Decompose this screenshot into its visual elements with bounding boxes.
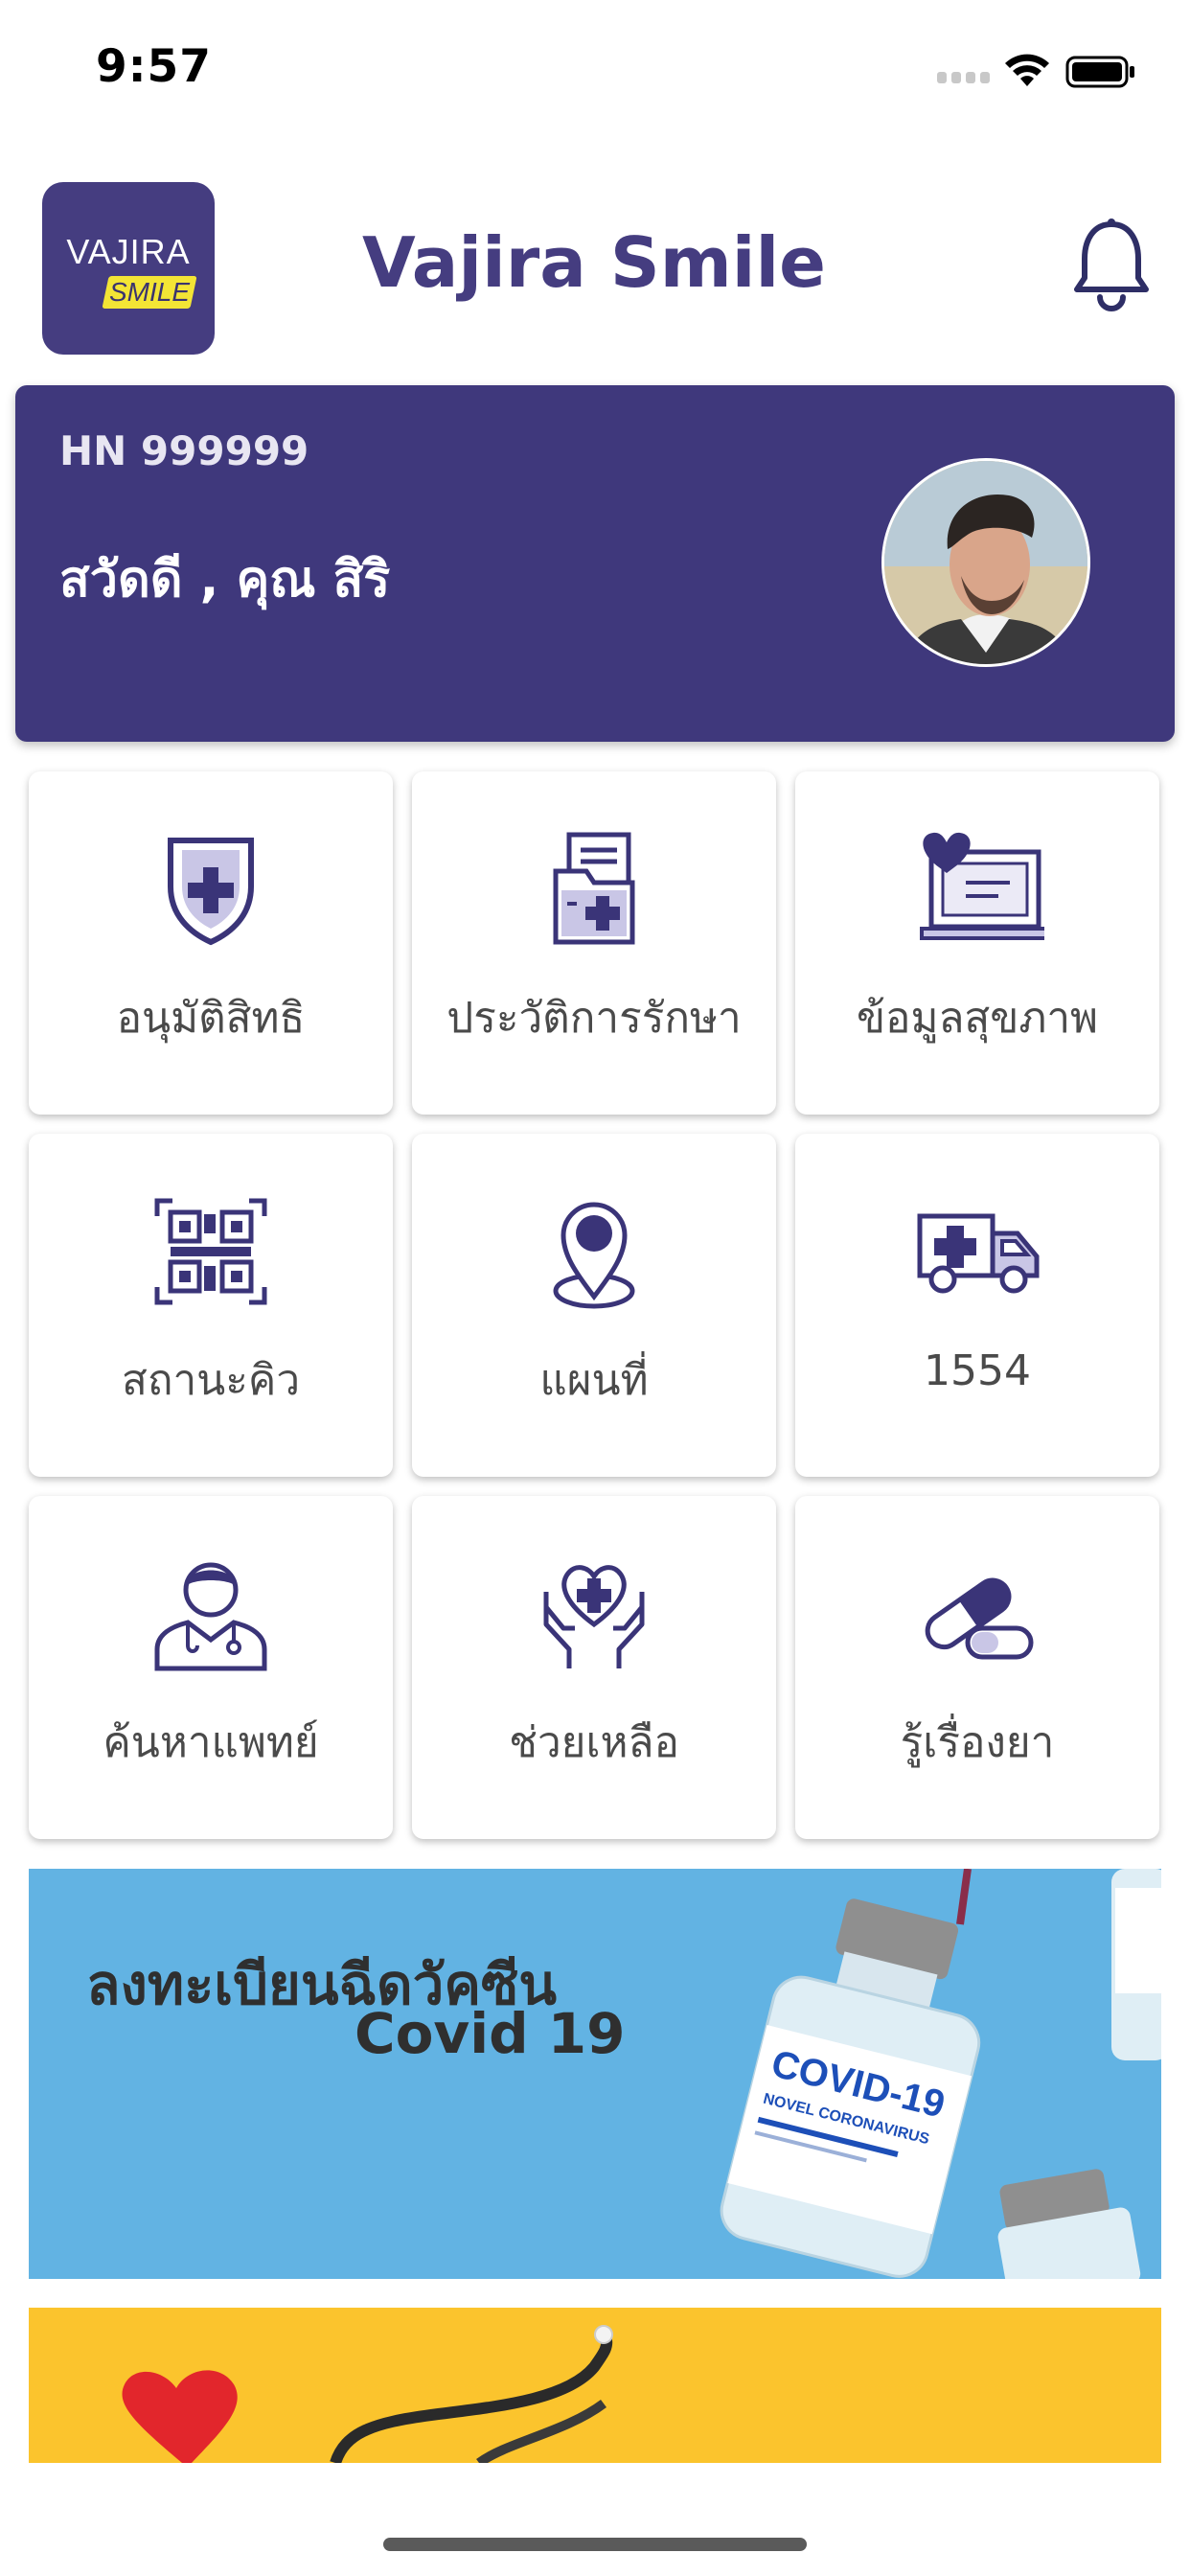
menu-tile-drug-info[interactable]: รู้เรื่องยา <box>795 1496 1159 1839</box>
cellular-signal-icon <box>937 69 995 84</box>
menu-label: ค้นหาแพทย์ <box>103 1718 319 1767</box>
heart-hands-icon <box>543 1565 645 1668</box>
menu-label: แผนที่ <box>539 1356 649 1405</box>
menu-label: ช่วยเหลือ <box>509 1718 679 1767</box>
avatar[interactable] <box>881 458 1090 667</box>
qr-code-icon <box>154 1198 267 1305</box>
profile-card[interactable]: HN 999999 สวัดดี , คุณ สิริ <box>15 385 1175 742</box>
menu-label: อนุมัติสิทธิ <box>116 994 306 1043</box>
menu-tile-treatment-history[interactable]: ประวัติการรักษา <box>412 771 776 1115</box>
medical-folder-icon <box>553 832 635 945</box>
banner-subtitle: Covid 19 <box>355 2001 626 2066</box>
menu-tile-ambulance-1554[interactable]: 1554 <box>795 1134 1159 1477</box>
status-time: 9:57 <box>96 40 212 93</box>
shield-plus-icon <box>168 838 254 946</box>
ambulance-icon <box>917 1213 1040 1294</box>
menu-label: สถานะคิว <box>121 1356 301 1405</box>
app-logo: VAJIRA SMILE <box>42 182 215 355</box>
vaccine-registration-banner[interactable]: ลงทะเบียนฉีดวัคซีน Covid 19 COVID-19 NOV… <box>29 1869 1161 2279</box>
logo-text: VAJIRA <box>66 232 191 271</box>
menu-tile-approval[interactable]: อนุมัติสิทธิ <box>29 771 393 1115</box>
map-pin-icon <box>553 1202 635 1309</box>
menu-label: ข้อมูลสุขภาพ <box>856 994 1099 1043</box>
notification-bell-icon[interactable] <box>1071 217 1152 312</box>
app-title: Vajira Smile <box>362 222 826 303</box>
menu-tile-map[interactable]: แผนที่ <box>412 1134 776 1477</box>
greeting-text: สวัดดี , คุณ สิริ <box>59 551 391 609</box>
menu-label: ประวัติการรักษา <box>446 994 742 1043</box>
menu-label: 1554 <box>924 1346 1031 1395</box>
wifi-icon <box>1005 54 1049 86</box>
battery-icon <box>1065 56 1134 88</box>
logo-badge-text: SMILE <box>108 277 191 307</box>
hospital-number: HN 999999 <box>59 427 309 474</box>
menu-tile-find-doctor[interactable]: ค้นหาแพทย์ <box>29 1496 393 1839</box>
vaccine-vial-image: COVID-19 NOVEL CORONAVIRUS <box>720 1869 1161 2279</box>
menu-tile-help[interactable]: ช่วยเหลือ <box>412 1496 776 1839</box>
capsule-icon <box>925 1577 1034 1660</box>
health-banner[interactable] <box>29 2308 1161 2463</box>
app-header: VAJIRA SMILE Vajira Smile <box>0 172 1190 364</box>
menu-label: รู้เรื่องยา <box>900 1718 1055 1767</box>
menu-tile-health-info[interactable]: ข้อมูลสุขภาพ <box>795 771 1159 1115</box>
home-indicator[interactable] <box>383 2538 807 2551</box>
status-bar: 9:57 <box>0 0 1190 144</box>
menu-tile-queue-status[interactable]: สถานะคิว <box>29 1134 393 1477</box>
health-monitor-icon <box>920 832 1044 940</box>
doctor-icon <box>154 1562 267 1671</box>
heart-stethoscope-image <box>122 2325 613 2463</box>
